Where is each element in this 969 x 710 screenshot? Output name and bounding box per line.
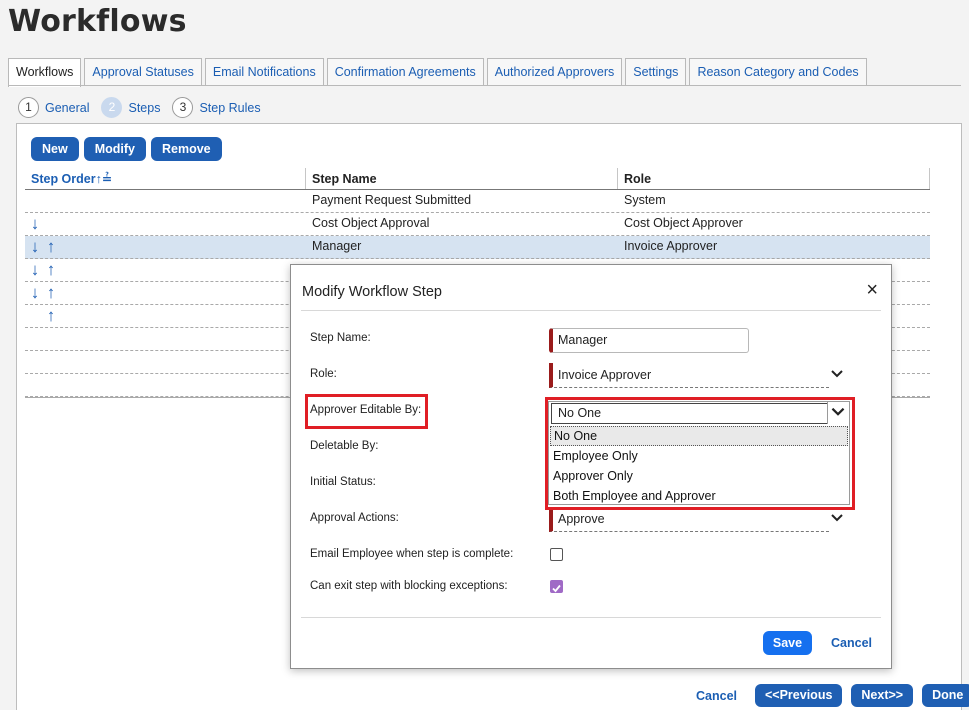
step-order-cell (25, 328, 306, 350)
approval-actions-label: Approval Actions: (310, 512, 399, 524)
dialog-footer-divider (301, 617, 881, 618)
wizard-step-label: Steps (128, 100, 161, 115)
table-row[interactable]: ↓ Cost Object Approval Cost Object Approve… (25, 213, 930, 236)
step-order-cell: ↓ ↑ (25, 259, 306, 281)
step-name-field[interactable]: Manager (549, 328, 749, 353)
step-order-cell: ↓ ↑ (25, 282, 306, 304)
remove-button[interactable]: Remove (150, 137, 222, 161)
checkmark-icon (552, 584, 561, 593)
tab-confirmation-agreements[interactable]: Confirmation Agreements (326, 58, 484, 85)
tab-reason-category-and-codes[interactable]: Reason Category and Codes (689, 58, 867, 85)
annotation-highlight-label (305, 394, 428, 429)
close-icon[interactable]: × (866, 280, 878, 300)
role-cell: Invoice Approver (624, 239, 718, 253)
move-down-icon[interactable]: ↓ (27, 282, 43, 303)
step-number-badge: 1 (18, 97, 39, 118)
column-header-label: Step Order (31, 172, 96, 186)
role-cell: System (624, 193, 666, 207)
table-row[interactable]: Payment Request Submitted System (25, 190, 930, 213)
wizard-step-label: Step Rules (199, 100, 261, 115)
wizard-step-label: General (45, 100, 90, 115)
tab-settings[interactable]: Settings (625, 58, 687, 85)
step-name-label: Step Name: (310, 332, 371, 344)
tab-approval-statuses[interactable]: Approval Statuses (84, 58, 202, 85)
dialog-title: Modify Workflow Step (302, 284, 442, 300)
step-number-badge: 3 (172, 97, 194, 118)
tab-divider (8, 85, 961, 86)
wizard-step-step-rules[interactable]: 3 Step Rules (172, 97, 261, 118)
step-order-cell: ↑ (25, 305, 306, 327)
column-header-step-order[interactable]: Step Order↑≟ (25, 168, 306, 189)
wizard-footer: Cancel <<Previous Next>> Done (690, 684, 969, 707)
step-order-cell (25, 190, 306, 212)
initial-status-label: Initial Status: (310, 476, 376, 488)
tab-workflows[interactable]: Workflows (8, 58, 82, 87)
tab-bar: Workflows Approval Statuses Email Notifi… (8, 58, 870, 87)
sort-ascending-icon: ↑≟ (95, 172, 113, 186)
chevron-down-icon[interactable] (828, 365, 846, 383)
footer-cancel-link[interactable]: Cancel (696, 689, 737, 703)
column-header-step-name[interactable]: Step Name (306, 168, 618, 189)
step-name-cell: Payment Request Submitted (312, 193, 472, 207)
step-number-badge: 2 (101, 97, 123, 118)
chevron-down-icon[interactable] (828, 509, 846, 527)
email-employee-checkbox[interactable] (550, 548, 563, 561)
next-button[interactable]: Next>> (851, 684, 914, 707)
move-down-icon[interactable]: ↓ (27, 213, 43, 234)
done-button[interactable]: Done (922, 684, 969, 707)
tab-email-notifications[interactable]: Email Notifications (204, 58, 324, 85)
move-down-icon[interactable]: ↓ (27, 259, 43, 280)
wizard-step-steps[interactable]: 2 Steps (101, 97, 160, 118)
wizard-steps: 1 General 2 Steps 3 Step Rules (18, 97, 273, 118)
can-exit-step-checkbox[interactable] (550, 580, 563, 593)
role-label: Role: (310, 368, 337, 380)
role-cell: Cost Object Approver (624, 216, 743, 230)
move-up-icon[interactable]: ↑ (43, 282, 59, 303)
previous-button[interactable]: <<Previous (755, 684, 843, 707)
step-name-cell: Cost Object Approval (312, 216, 430, 230)
step-order-cell: ↓ ↑ (25, 236, 306, 258)
move-down-icon[interactable]: ↓ (27, 236, 43, 257)
step-order-cell (25, 351, 306, 373)
step-order-cell (25, 374, 306, 396)
step-name-cell: Manager (312, 239, 362, 253)
can-exit-step-label: Can exit step with blocking exceptions: (310, 580, 508, 592)
table-row[interactable]: ↓ ↑ Manager Invoice Approver (25, 236, 930, 259)
page-title: Workflows (8, 4, 187, 39)
save-button[interactable]: Save (763, 631, 812, 655)
annotation-highlight-dropdown (545, 397, 855, 510)
tab-authorized-approvers[interactable]: Authorized Approvers (486, 58, 623, 85)
grid-header: Step Order↑≟ Step Name Role (25, 168, 930, 190)
approval-actions-select[interactable]: Approve (549, 507, 829, 532)
column-header-role[interactable]: Role (618, 168, 930, 189)
wizard-step-general[interactable]: 1 General (18, 97, 89, 118)
dialog-header-divider (301, 310, 881, 311)
deletable-by-label: Deletable By: (310, 440, 379, 452)
modify-button[interactable]: Modify (83, 137, 146, 161)
role-select[interactable]: Invoice Approver (549, 363, 829, 388)
new-button[interactable]: New (31, 137, 79, 161)
grid-toolbar: New Modify Remove (31, 137, 227, 161)
move-up-icon[interactable]: ↑ (43, 236, 59, 257)
move-up-icon[interactable]: ↑ (43, 259, 59, 280)
dialog-cancel-link[interactable]: Cancel (831, 636, 872, 650)
email-employee-label: Email Employee when step is complete: (310, 548, 514, 560)
move-up-icon[interactable]: ↑ (43, 305, 59, 326)
step-order-cell: ↓ (25, 213, 306, 235)
